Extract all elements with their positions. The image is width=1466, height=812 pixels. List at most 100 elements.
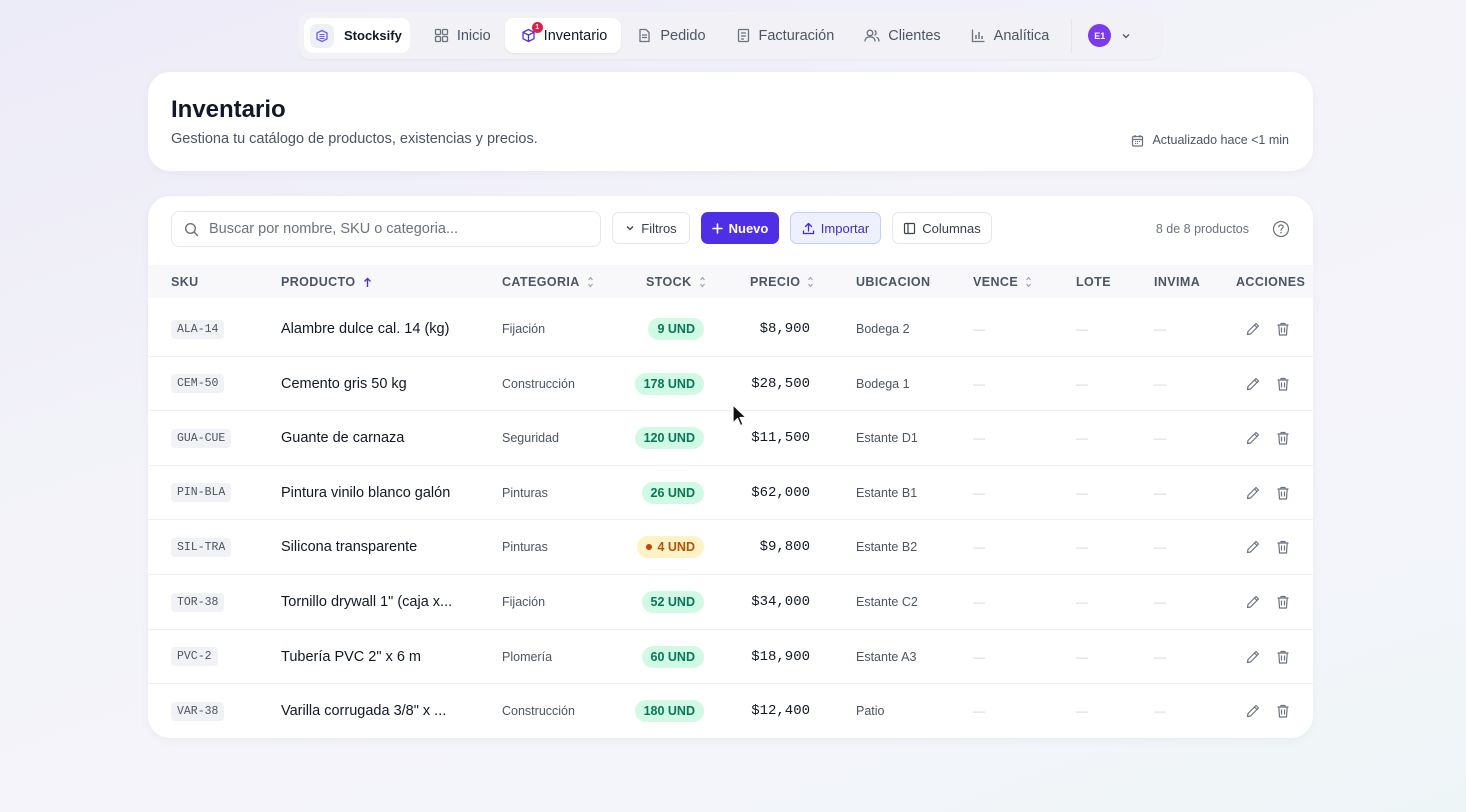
edit-icon[interactable] — [1245, 430, 1261, 446]
nav-item-analitica[interactable]: Analítica — [955, 18, 1064, 53]
edit-icon[interactable] — [1245, 485, 1261, 501]
search-box[interactable] — [171, 211, 601, 247]
nav-item-pedido[interactable]: Pedido — [621, 18, 719, 53]
document-icon — [639, 28, 651, 43]
columns-button[interactable]: Columnas — [892, 212, 992, 244]
lot-empty: — — [1076, 540, 1088, 555]
table-row[interactable]: GUA-CUE Guante de carnaza Seguridad 120 UND… — [148, 411, 1313, 466]
header-invima: INVIMA — [1154, 275, 1201, 289]
invima-empty: — — [1154, 376, 1166, 391]
delete-icon[interactable] — [1275, 539, 1291, 555]
delete-icon[interactable] — [1275, 594, 1291, 610]
edit-icon[interactable] — [1245, 649, 1261, 665]
import-label: Importar — [820, 220, 870, 236]
location: Patio — [856, 704, 885, 719]
avatar[interactable]: E1 — [1088, 24, 1112, 47]
table-row[interactable]: TOR-38 Tornillo drywall 1" (caja x... Fija… — [148, 575, 1313, 630]
edit-icon[interactable] — [1245, 321, 1261, 337]
table-row[interactable]: PVC-2 Tubería PVC 2" x 6 m Plomería 60 UND $… — [148, 630, 1313, 685]
header-product[interactable]: PRODUCTO — [281, 275, 372, 289]
table-row[interactable]: SIL-TRA Silicona transparente Pinturas 4 UN… — [148, 520, 1313, 575]
columns-label: Columnas — [922, 220, 981, 236]
columns-icon — [904, 222, 916, 234]
inventory-table-card: Filtros Nuevo Importar Columnas 8 de 8 p… — [148, 196, 1313, 738]
expires-empty: — — [973, 376, 985, 391]
nav-item-inventario[interactable]: 1 Inventario — [504, 18, 622, 53]
row-actions — [1238, 630, 1298, 684]
header-stock[interactable]: STOCK — [646, 275, 706, 289]
brand[interactable]: Stocksify — [304, 18, 410, 53]
expires-empty: — — [973, 322, 985, 336]
sort-ascending-icon — [363, 277, 371, 287]
row-actions — [1238, 684, 1298, 738]
delete-icon[interactable] — [1275, 649, 1291, 665]
table-row[interactable]: ALA-14 Alambre dulce cal. 14 (kg) Fijación… — [148, 302, 1313, 357]
expires-empty: — — [973, 595, 985, 609]
price: $34,000 — [751, 594, 810, 610]
invima-empty: — — [1154, 649, 1166, 664]
nav-label: Facturación — [758, 27, 835, 44]
invima-empty: — — [1154, 540, 1166, 555]
table-row[interactable]: VAR-38 Varilla corrugada 3/8" x ... Constr… — [148, 684, 1313, 738]
delete-icon[interactable] — [1275, 485, 1291, 501]
nav-item-clientes[interactable]: Clientes — [848, 18, 954, 53]
nav-label: Clientes — [888, 27, 941, 44]
location: Estante C2 — [856, 595, 918, 609]
brand-name: Stocksify — [344, 28, 402, 43]
last-updated: Actualizado hace <1 min — [1131, 133, 1289, 147]
nav-divider — [1071, 18, 1073, 53]
lot-empty: — — [1076, 649, 1088, 664]
header-price[interactable]: PRECIO — [750, 275, 814, 289]
invima-empty: — — [1154, 704, 1166, 719]
row-actions — [1238, 466, 1298, 520]
edit-icon[interactable] — [1245, 539, 1261, 555]
import-button[interactable]: Importar — [790, 212, 881, 244]
edit-icon[interactable] — [1245, 703, 1261, 719]
location: Estante D1 — [856, 431, 918, 446]
sort-icon — [587, 276, 593, 288]
price: $62,000 — [751, 484, 810, 501]
notification-badge: 1 — [531, 22, 543, 33]
search-input[interactable] — [209, 221, 589, 237]
chevron-down-icon[interactable] — [1121, 31, 1131, 41]
price: $8,900 — [759, 321, 810, 337]
row-actions — [1238, 357, 1298, 411]
filters-button[interactable]: Filtros — [612, 212, 690, 244]
edit-icon[interactable] — [1245, 594, 1261, 610]
nav-label: Pedido — [660, 27, 706, 44]
header-location: UBICACION — [856, 275, 931, 289]
stocksify-logo-icon — [310, 23, 334, 48]
row-actions — [1238, 302, 1298, 356]
delete-icon[interactable] — [1275, 703, 1291, 719]
last-updated-text: Actualizado hace <1 min — [1152, 133, 1289, 147]
edit-icon[interactable] — [1245, 376, 1261, 392]
nav-item-facturacion[interactable]: Facturación — [720, 18, 849, 53]
new-product-button[interactable]: Nuevo — [701, 212, 779, 244]
header-actions: ACCIONES — [1236, 275, 1306, 289]
table-row[interactable]: PIN-BLA Pintura vinilo blanco galón Pintur… — [148, 466, 1313, 521]
delete-icon[interactable] — [1275, 376, 1291, 392]
delete-icon[interactable] — [1275, 321, 1291, 337]
location: Estante B1 — [856, 485, 918, 500]
nav-label: Analítica — [993, 27, 1050, 44]
lot-empty: — — [1076, 322, 1088, 336]
chevron-down-icon — [626, 226, 634, 231]
nav-label: Inicio — [456, 27, 491, 44]
header-expires[interactable]: VENCE — [973, 275, 1032, 289]
header-category[interactable]: CATEGORIA — [502, 275, 594, 289]
table-row[interactable]: CEM-50 Cemento gris 50 kg Construcción 178 … — [148, 357, 1313, 412]
nav-label: Inventario — [543, 27, 608, 44]
mouse-cursor-icon — [732, 404, 747, 427]
expires-empty: — — [973, 431, 985, 446]
help-icon[interactable] — [1272, 220, 1290, 238]
sort-icon — [1026, 276, 1032, 288]
lot-empty: — — [1076, 431, 1088, 446]
filters-label: Filtros — [641, 220, 677, 236]
price: $18,900 — [751, 648, 810, 665]
nav-item-inicio[interactable]: Inicio — [418, 18, 505, 53]
delete-icon[interactable] — [1275, 430, 1291, 446]
grid-icon — [434, 28, 448, 43]
plus-icon — [711, 222, 723, 234]
row-actions — [1238, 411, 1298, 465]
header-sku: SKU — [171, 275, 199, 289]
